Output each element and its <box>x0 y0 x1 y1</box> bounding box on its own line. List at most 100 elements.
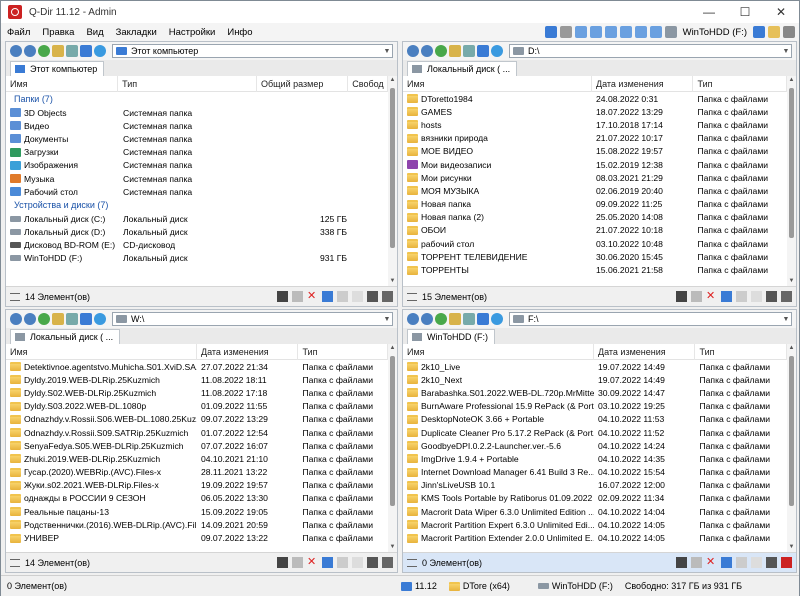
delete-icon[interactable]: ✕ <box>307 291 318 302</box>
forward-icon[interactable] <box>421 45 433 57</box>
list-item[interactable]: GoodbyeDPI.0.2.2-Launcher.ver.-5.6 04.10.… <box>403 439 787 452</box>
scroll-thumb[interactable] <box>789 356 794 506</box>
item-count[interactable]: 14 Элемент(ов) <box>25 292 90 302</box>
drive-icon[interactable] <box>664 26 677 38</box>
cut-icon[interactable] <box>322 291 333 302</box>
refresh-icon[interactable] <box>491 313 503 325</box>
list-item[interactable]: Dyldy.2019.WEB-DLRip.25Kuzmich 11.08.2022… <box>6 373 388 386</box>
list-item[interactable]: ТОРРЕНТ ТЕЛЕВИДЕНИЕ 30.06.2020 15:45 Папка… <box>403 250 787 263</box>
list-item[interactable]: Документы Системная папка <box>6 132 388 145</box>
cut-icon[interactable] <box>721 291 732 302</box>
address-bar[interactable]: F:\ ▼ <box>509 312 792 326</box>
lightning-icon[interactable] <box>277 291 288 302</box>
list-item[interactable]: ОБОИ 21.07.2022 10:18 Папка с файлами <box>403 224 787 237</box>
group-header[interactable]: Устройства и диски (7) <box>6 198 388 212</box>
scroll-thumb[interactable] <box>390 88 395 248</box>
mail-icon[interactable] <box>691 291 702 302</box>
menu-edit[interactable]: Правка <box>36 27 80 38</box>
list-item[interactable]: Видео Системная папка <box>6 119 388 132</box>
list-item[interactable]: Рабочий стол Системная папка <box>6 185 388 198</box>
layout-3-icon[interactable] <box>589 26 602 38</box>
item-count[interactable]: 14 Элемент(ов) <box>25 558 90 568</box>
list-item[interactable]: Родственнички.(2016).WEB-DLRip.(AVC).Fil… <box>6 518 388 531</box>
paste-icon[interactable] <box>352 557 363 568</box>
refresh-icon[interactable] <box>94 45 106 57</box>
scrollbar[interactable]: ▲ ▼ <box>787 76 796 286</box>
back-icon[interactable] <box>10 45 22 57</box>
properties-icon[interactable] <box>781 291 792 302</box>
list-item[interactable]: Музыка Системная папка <box>6 172 388 185</box>
list-item[interactable]: Zhuki.2019.WEB-DLRip.25Kuzmich 04.10.2021… <box>6 452 388 465</box>
list-item[interactable]: Odnazhdy.v.Rossii.S06.WEB-DL.1080.25Kuz.… <box>6 413 388 426</box>
col-name[interactable]: Имя <box>403 344 594 360</box>
menu-icon[interactable] <box>10 558 20 567</box>
folder-nav-icon[interactable] <box>52 45 64 57</box>
star-icon[interactable] <box>463 313 475 325</box>
list-item[interactable]: 2k10_Live 19.07.2022 14:49 Папка с файлами <box>403 360 787 373</box>
list-item[interactable]: 2k10_Next 19.07.2022 14:49 Папка с файлами <box>403 373 787 386</box>
col-type[interactable]: Тип <box>298 344 388 360</box>
list-item[interactable]: Detektivnoe.agentstvo.Muhicha.S01.XviD.S… <box>6 360 388 373</box>
back-icon[interactable] <box>407 313 419 325</box>
edit-icon[interactable] <box>766 557 777 568</box>
up-icon[interactable] <box>435 45 447 57</box>
folder-nav-icon[interactable] <box>52 313 64 325</box>
refresh-icon[interactable] <box>491 45 503 57</box>
list-item[interactable]: hosts 17.10.2018 17:14 Папка с файлами <box>403 118 787 131</box>
folder-nav-icon[interactable] <box>449 45 461 57</box>
list-item[interactable]: Гусар.(2020).WEBRip.(AVC).Files-x 28.11.2… <box>6 466 388 479</box>
address-bar[interactable]: D:\ ▼ <box>509 44 792 58</box>
delete-icon[interactable]: ✕ <box>706 291 717 302</box>
menu-icon[interactable] <box>407 292 417 301</box>
chevron-down-icon[interactable]: ▼ <box>382 316 392 323</box>
menu-view[interactable]: Вид <box>80 27 109 38</box>
mail-icon[interactable] <box>292 557 303 568</box>
lightning-icon[interactable] <box>676 291 687 302</box>
star-icon[interactable] <box>463 45 475 57</box>
delete-icon[interactable]: ✕ <box>307 557 318 568</box>
list-item[interactable]: Мои видеозаписи 15.02.2019 12:38 Папка с ф… <box>403 158 787 171</box>
properties-icon[interactable] <box>781 557 792 568</box>
copy-icon[interactable] <box>337 291 348 302</box>
paste-icon[interactable] <box>751 291 762 302</box>
list-item[interactable]: WinToHDD (F:) Локальный диск 931 ГБ <box>6 252 388 265</box>
chevron-down-icon[interactable]: ▼ <box>781 316 791 323</box>
list-item[interactable]: Odnazhdy.v.Rossii.S09.SATRip.25Kuzmich 01… <box>6 426 388 439</box>
mail-icon[interactable] <box>691 557 702 568</box>
star-icon[interactable] <box>66 313 78 325</box>
menu-info[interactable]: Инфо <box>221 27 258 38</box>
list-item[interactable]: 3D Objects Системная папка <box>6 106 388 119</box>
list-item[interactable]: Новая папка (2) 25.05.2020 14:08 Папка с ф… <box>403 211 787 224</box>
tab-this-pc[interactable]: Этот компьютер <box>10 61 105 76</box>
col-type[interactable]: Тип <box>693 76 787 92</box>
list-item[interactable]: Duplicate Cleaner Pro 5.17.2 RePack (& P… <box>403 426 787 439</box>
computer-icon[interactable] <box>544 26 557 38</box>
col-date[interactable]: Дата изменения <box>197 344 299 360</box>
chevron-down-icon[interactable]: ▼ <box>781 48 791 55</box>
menu-icon[interactable] <box>10 292 20 301</box>
list-item[interactable]: Jinn'sLiveUSB 10.1 16.07.2022 12:00 Папка … <box>403 479 787 492</box>
col-name[interactable]: Имя <box>6 76 119 92</box>
col-type[interactable]: Тип <box>695 344 787 360</box>
close-button[interactable]: ✕ <box>763 1 799 23</box>
edit-icon[interactable] <box>766 291 777 302</box>
list-item[interactable]: ТОРРЕНТЫ 15.06.2021 21:58 Папка с файлами <box>403 263 787 276</box>
copy-icon[interactable] <box>736 291 747 302</box>
star-icon[interactable] <box>66 45 78 57</box>
list-item[interactable]: Dyldy.S02.WEB-DLRip.25Kuzmich 11.08.2022 … <box>6 386 388 399</box>
folder-nav-icon[interactable] <box>449 313 461 325</box>
list-item[interactable]: Загрузки Системная папка <box>6 146 388 159</box>
copy-icon[interactable] <box>736 557 747 568</box>
layout-7-icon[interactable] <box>649 26 662 38</box>
file-list[interactable]: Имя Тип Общий размер Свобод Папки (7) 3D… <box>6 76 388 286</box>
file-list[interactable]: Имя Дата изменения Тип DToretto1984 24.08… <box>403 76 787 286</box>
drive-selector-label[interactable]: WinToHDD (F:) <box>680 27 750 38</box>
up-icon[interactable] <box>435 313 447 325</box>
cut-icon[interactable] <box>322 557 333 568</box>
col-name[interactable]: Имя <box>403 76 592 92</box>
col-size[interactable]: Общий размер <box>257 76 349 92</box>
list-item[interactable]: Локальный диск (D:) Локальный диск 338 ГБ <box>6 226 388 239</box>
edit-icon[interactable] <box>367 557 378 568</box>
list-item[interactable]: МОЕ ВИДЕО 15.08.2022 19:57 Папка с файлами <box>403 145 787 158</box>
layout-2-icon[interactable] <box>574 26 587 38</box>
